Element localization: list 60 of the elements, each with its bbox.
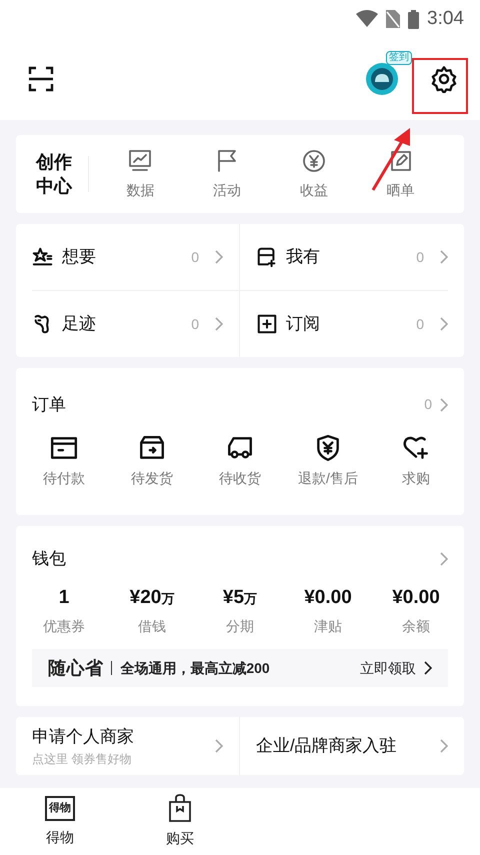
yen-coin-icon bbox=[300, 148, 327, 174]
merchant-entry[interactable]: 申请个人商家 点这里 领券售好物 bbox=[16, 717, 240, 775]
chevron-right-icon bbox=[440, 250, 448, 264]
chevron-right-icon bbox=[440, 552, 448, 566]
claim-link[interactable]: 立即领取 bbox=[360, 658, 416, 678]
count: 0 bbox=[191, 314, 199, 334]
wallet-item[interactable]: 1 优惠券 bbox=[20, 584, 108, 637]
star-list-icon bbox=[32, 246, 54, 268]
shield-yen-icon bbox=[314, 434, 342, 462]
scan-icon[interactable] bbox=[28, 66, 54, 92]
order-count: 0 bbox=[424, 395, 432, 414]
chevron-right-icon bbox=[215, 317, 223, 331]
creator-item[interactable]: 收益 bbox=[270, 148, 358, 200]
creator-item[interactable]: 活动 bbox=[184, 148, 270, 200]
collection-item[interactable]: 想要 0 bbox=[32, 224, 240, 291]
chevron-right-icon bbox=[440, 317, 448, 331]
battery-icon bbox=[408, 10, 420, 28]
highlight-box bbox=[412, 58, 468, 114]
promo-banner[interactable]: 随心省 全场通用，最高立减200 立即领取 bbox=[32, 649, 448, 687]
wallet-item[interactable]: ¥5万 分期 bbox=[196, 584, 284, 637]
collection-item[interactable]: 订阅 0 bbox=[240, 291, 448, 357]
promo-brand: 随心省 bbox=[48, 656, 104, 680]
order-status-item[interactable]: 求购 bbox=[372, 434, 460, 488]
collection-item[interactable]: 足迹 0 bbox=[32, 291, 240, 357]
nav-tab[interactable]: 购买 bbox=[120, 788, 240, 855]
status-time: 3:04 bbox=[427, 6, 464, 31]
chevron-right-icon bbox=[424, 661, 432, 675]
plus-square-icon bbox=[256, 313, 278, 335]
creator-center-title: 创作中心 bbox=[36, 150, 72, 198]
wallet-item[interactable]: ¥20万 借钱 bbox=[108, 584, 196, 637]
orders-title: 订单 bbox=[32, 394, 66, 416]
count: 0 bbox=[416, 314, 424, 334]
wifi-icon bbox=[356, 10, 378, 28]
no-sim-icon bbox=[386, 10, 400, 28]
chevron-right-icon bbox=[440, 739, 448, 753]
chevron-right-icon bbox=[215, 739, 223, 753]
order-status-item[interactable]: 待收货 bbox=[196, 434, 284, 488]
wallet-title: 钱包 bbox=[32, 548, 66, 570]
order-status-item[interactable]: 待付款 bbox=[20, 434, 108, 488]
avatar-icon[interactable] bbox=[366, 63, 398, 95]
chevron-right-icon bbox=[440, 398, 448, 412]
shopping-bag-icon bbox=[169, 794, 191, 822]
settings-icon[interactable] bbox=[430, 65, 458, 93]
wallet-item[interactable]: ¥0.00 余额 bbox=[372, 584, 460, 637]
box-icon bbox=[138, 434, 166, 462]
collection-item[interactable]: 我有 0 bbox=[240, 224, 448, 291]
logo-icon: 得物 bbox=[45, 796, 75, 820]
wallet-item[interactable]: ¥0.00 津贴 bbox=[284, 584, 372, 637]
chart-icon bbox=[127, 148, 154, 174]
promo-text: 全场通用，最高立减200 bbox=[120, 658, 271, 678]
chevron-right-icon bbox=[215, 250, 223, 264]
box-plus-icon bbox=[256, 246, 278, 268]
creator-item[interactable]: 数据 bbox=[97, 148, 184, 200]
order-status-item[interactable]: 退款/售后 bbox=[284, 434, 372, 488]
order-status-item[interactable]: 待发货 bbox=[108, 434, 196, 488]
merchant-entry[interactable]: 企业/品牌商家入驻 bbox=[240, 717, 464, 775]
count: 0 bbox=[416, 248, 424, 266]
nav-tab[interactable]: 得物 得物 bbox=[0, 788, 120, 855]
creator-item[interactable]: 晒单 bbox=[357, 148, 444, 200]
count: 0 bbox=[191, 248, 199, 266]
